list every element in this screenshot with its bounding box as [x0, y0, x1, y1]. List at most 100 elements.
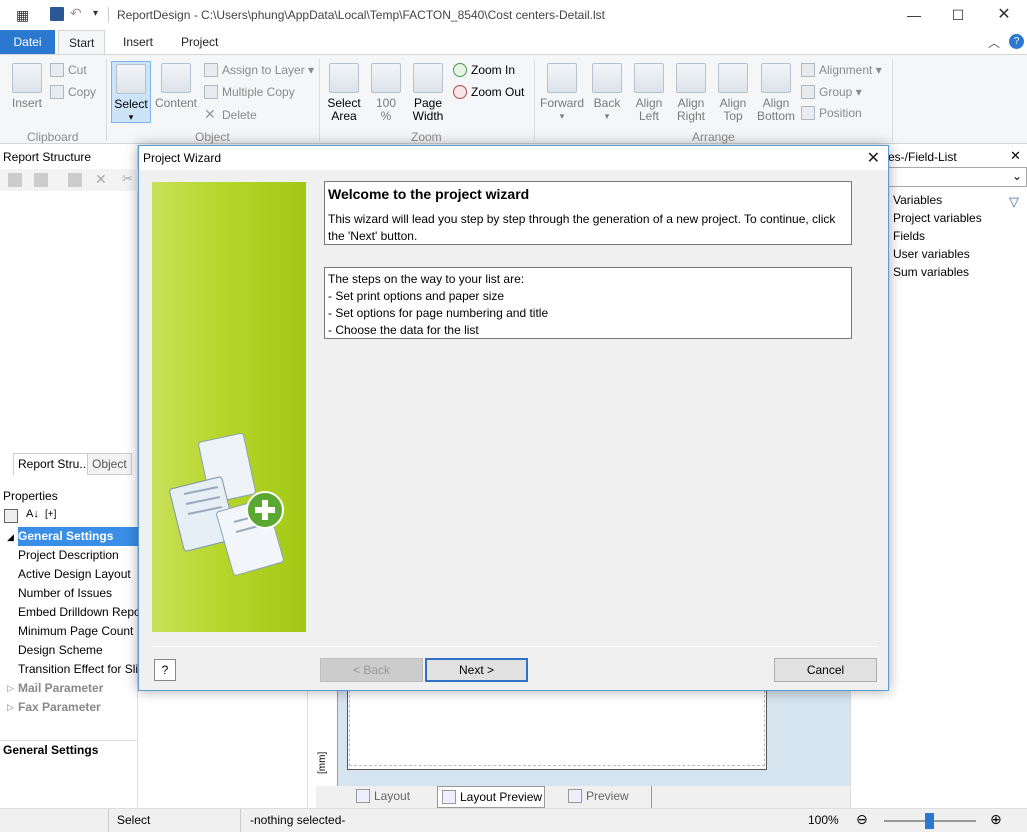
- zoom-100-label-2: %: [380, 109, 392, 123]
- preview-icon: [568, 789, 582, 803]
- prop-minimum-page-count[interactable]: Minimum Page Count: [18, 622, 138, 641]
- filter-icon[interactable]: ▽: [1009, 194, 1019, 210]
- collapsed-triangle-icon[interactable]: ▷: [7, 702, 14, 713]
- select-button[interactable]: Select ▾: [111, 61, 151, 123]
- app-grid-icon[interactable]: ▦: [16, 7, 29, 24]
- prop-active-design-layout[interactable]: Active Design Layout: [18, 565, 138, 584]
- field-list-item[interactable]: User variables: [893, 247, 970, 261]
- group-separator: [106, 59, 107, 141]
- dialog-help-button[interactable]: ?: [154, 659, 176, 681]
- prop-transition-effect[interactable]: Transition Effect for Sli: [18, 660, 138, 679]
- group-button[interactable]: Group ▾: [801, 85, 862, 99]
- zoom-slider[interactable]: [884, 813, 976, 829]
- quick-access-dropdown-icon[interactable]: ▾: [93, 8, 98, 19]
- back-button[interactable]: < Back: [320, 658, 423, 682]
- tab-object[interactable]: Object: [87, 453, 132, 475]
- minimize-button[interactable]: —: [902, 4, 926, 26]
- tab-report-structure[interactable]: Report Stru...: [13, 453, 95, 475]
- tab-layout-preview[interactable]: Layout Preview: [437, 786, 545, 808]
- tab-datei[interactable]: Datei: [0, 30, 55, 54]
- cut-button[interactable]: Cut: [50, 63, 87, 77]
- undo-icon[interactable]: ↶: [70, 5, 82, 22]
- add-icon[interactable]: [8, 173, 22, 187]
- content-button[interactable]: Content: [154, 63, 198, 110]
- ruler-unit-label: [mm]: [317, 751, 328, 774]
- save-icon[interactable]: [50, 7, 64, 21]
- multiple-copy-button[interactable]: Multiple Copy: [204, 85, 295, 99]
- step-item: - Choose the data for the list: [328, 323, 479, 337]
- delete-icon[interactable]: ✕: [95, 171, 107, 188]
- zoom-out-icon: [453, 85, 467, 99]
- zoom-in-button[interactable]: Zoom In: [453, 63, 515, 77]
- tab-preview[interactable]: Preview: [564, 786, 652, 808]
- collapse-ribbon-icon[interactable]: ︿: [988, 34, 1000, 51]
- align-bottom-icon: [761, 63, 791, 93]
- clipboard-icon: [12, 63, 42, 93]
- properties-icon[interactable]: [68, 173, 82, 187]
- zoom-out-icon[interactable]: ⊖: [856, 811, 868, 828]
- insert-button[interactable]: Insert: [8, 63, 46, 110]
- field-list-filter-dropdown[interactable]: ⌄: [888, 167, 1027, 187]
- wizard-banner: [152, 182, 306, 632]
- help-icon[interactable]: ?: [1009, 34, 1024, 49]
- select-area-button[interactable]: Select Area: [326, 63, 362, 123]
- prop-embed-drilldown[interactable]: Embed Drilldown Repo: [18, 603, 138, 622]
- zoom-out-button[interactable]: Zoom Out: [453, 85, 524, 99]
- zoom-slider-thumb[interactable]: [925, 813, 934, 829]
- align-bottom-button[interactable]: Align Bottom: [756, 63, 796, 123]
- append-icon[interactable]: [34, 173, 48, 187]
- copy-icon: [50, 85, 64, 99]
- expand-all-icon[interactable]: [+]: [45, 509, 56, 520]
- close-window-button[interactable]: ✕: [992, 4, 1016, 26]
- align-left-label-2: Left: [638, 109, 659, 123]
- expand-triangle-icon[interactable]: ◢: [7, 532, 14, 543]
- prop-fax-parameter[interactable]: Fax Parameter: [18, 698, 138, 717]
- delete-button[interactable]: ✕ Delete: [204, 106, 257, 123]
- ribbon: Insert Cut Copy Clipboard Select ▾ Conte…: [0, 54, 1027, 144]
- tab-insert[interactable]: Insert: [113, 30, 163, 54]
- cancel-button[interactable]: Cancel: [774, 658, 877, 682]
- magnifier-icon: [329, 63, 359, 93]
- align-bottom-label-2: Bottom: [756, 109, 795, 123]
- group-object: Object: [195, 130, 230, 144]
- collapsed-triangle-icon[interactable]: ▷: [7, 683, 14, 694]
- page-width-button[interactable]: Page Width: [410, 63, 446, 123]
- welcome-heading: Welcome to the project wizard: [328, 186, 530, 202]
- field-list-item[interactable]: Fields: [893, 229, 925, 243]
- prop-number-of-issues[interactable]: Number of Issues: [18, 584, 138, 603]
- position-button[interactable]: Position: [801, 106, 862, 120]
- prop-project-description[interactable]: Project Description: [18, 546, 138, 565]
- forward-button[interactable]: Forward ▾: [540, 63, 584, 123]
- zoom-in-icon[interactable]: ⊕: [990, 811, 1002, 828]
- close-panel-icon[interactable]: ✕: [1010, 148, 1021, 164]
- cut-label: Cut: [68, 63, 87, 77]
- tab-start[interactable]: Start: [58, 30, 106, 54]
- page-inner-border: [349, 690, 765, 766]
- prop-mail-parameter[interactable]: Mail Parameter: [18, 679, 138, 698]
- group-clipboard: Clipboard: [27, 130, 79, 144]
- tab-project[interactable]: Project: [171, 30, 228, 54]
- tab-layout[interactable]: Layout: [352, 786, 432, 808]
- align-left-button[interactable]: Align Left: [632, 63, 666, 123]
- prop-general-settings[interactable]: General Settings: [18, 527, 138, 546]
- zoom-100-button[interactable]: 100 %: [370, 63, 402, 123]
- align-left-icon: [634, 63, 664, 93]
- copy-button[interactable]: Copy: [50, 85, 96, 99]
- field-list-item[interactable]: Variables: [893, 193, 942, 207]
- field-list-item[interactable]: Project variables: [893, 211, 982, 225]
- next-button[interactable]: Next >: [425, 658, 528, 682]
- align-right-button[interactable]: Align Right: [674, 63, 708, 123]
- assign-to-layer-button[interactable]: Assign to Layer ▾: [204, 63, 314, 77]
- alignment-button[interactable]: Alignment ▾: [801, 63, 882, 77]
- field-list-item[interactable]: Sum variables: [893, 265, 969, 279]
- maximize-button[interactable]: ☐: [946, 4, 970, 26]
- sort-az-icon[interactable]: A↓: [26, 508, 39, 520]
- align-top-button[interactable]: Align Top: [716, 63, 750, 123]
- description-title: General Settings: [3, 743, 99, 757]
- prop-design-scheme[interactable]: Design Scheme: [18, 641, 138, 660]
- categorized-icon[interactable]: [4, 509, 18, 523]
- scissors-icon[interactable]: ✂: [122, 171, 133, 187]
- dialog-close-button[interactable]: ✕: [867, 148, 880, 168]
- back-button[interactable]: Back ▾: [590, 63, 624, 123]
- project-wizard-dialog: Project Wizard ✕ Welcome to the project …: [138, 145, 889, 691]
